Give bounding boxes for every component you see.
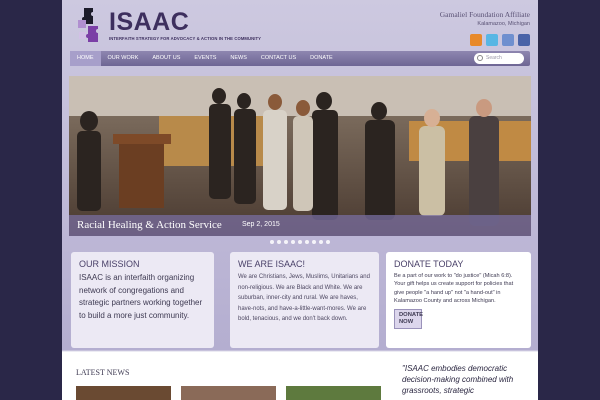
location-text: Kalamazoo, Michigan bbox=[477, 21, 530, 27]
search-placeholder: Search bbox=[486, 55, 502, 61]
news-thumbnail[interactable] bbox=[181, 386, 276, 400]
slide-date: Sep 2, 2015 bbox=[242, 221, 280, 228]
slider-dots bbox=[62, 240, 538, 244]
search-input[interactable]: Search bbox=[474, 53, 524, 64]
puzzle-logo-icon[interactable] bbox=[76, 6, 104, 46]
slider-dot[interactable] bbox=[305, 240, 309, 244]
we-are-title: WE ARE ISAAC! bbox=[238, 259, 306, 269]
slider-dot[interactable] bbox=[319, 240, 323, 244]
donate-now-button[interactable]: DONATE NOW bbox=[394, 309, 423, 330]
donate-panel: DONATE TODAY Be a part of our work to "d… bbox=[386, 252, 531, 348]
latest-news-heading: LATEST NEWS bbox=[76, 368, 130, 377]
nav-about-us[interactable]: ABOUT US bbox=[145, 51, 187, 66]
flickr-icon[interactable] bbox=[502, 34, 514, 46]
slider-dot[interactable] bbox=[291, 240, 295, 244]
nav-our-work[interactable]: OUR WORK bbox=[101, 51, 146, 66]
slider-dot[interactable] bbox=[277, 240, 281, 244]
logo-text[interactable]: ISAAC bbox=[109, 8, 189, 37]
slider-dot[interactable] bbox=[298, 240, 302, 244]
hero-photo bbox=[69, 76, 531, 236]
slider-dot[interactable] bbox=[284, 240, 288, 244]
nav-contact-us[interactable]: CONTACT US bbox=[254, 51, 303, 66]
search-icon bbox=[477, 55, 483, 61]
slider-dot[interactable] bbox=[326, 240, 330, 244]
we-are-text: We are Christians, Jews, Muslims, Unitar… bbox=[238, 274, 370, 322]
affiliate-text: Gamaliel Foundation Affiliate bbox=[439, 10, 530, 19]
slide-title[interactable]: Racial Healing & Action Service bbox=[77, 219, 222, 231]
mission-title: OUR MISSION bbox=[79, 259, 140, 269]
rss-icon[interactable] bbox=[470, 34, 482, 46]
mission-panel: OUR MISSION ISAAC is an interfaith organ… bbox=[71, 252, 214, 348]
slider-dot[interactable] bbox=[312, 240, 316, 244]
hero-slider[interactable]: Racial Healing & Action Service Sep 2, 2… bbox=[69, 76, 531, 236]
main-nav: HOME OUR WORK ABOUT US EVENTS NEWS CONTA… bbox=[70, 51, 530, 66]
we-are-panel: WE ARE ISAAC! We are Christians, Jews, M… bbox=[230, 252, 379, 348]
logo-tagline: INTERFAITH STRATEGY FOR ADVOCACY & ACTIO… bbox=[109, 36, 262, 41]
nav-home[interactable]: HOME bbox=[70, 51, 101, 66]
nav-donate[interactable]: DONATE bbox=[303, 51, 340, 66]
social-links bbox=[470, 34, 530, 46]
twitter-icon[interactable] bbox=[486, 34, 498, 46]
facebook-icon[interactable] bbox=[518, 34, 530, 46]
slider-dot[interactable] bbox=[270, 240, 274, 244]
page: ISAAC INTERFAITH STRATEGY FOR ADVOCACY &… bbox=[62, 0, 538, 400]
donate-title: DONATE TODAY bbox=[394, 259, 464, 269]
nav-news[interactable]: NEWS bbox=[223, 51, 254, 66]
site-header: ISAAC INTERFAITH STRATEGY FOR ADVOCACY &… bbox=[62, 0, 538, 50]
news-thumbnail[interactable] bbox=[286, 386, 381, 400]
testimonial-quote: "ISAAC embodies democratic decision-maki… bbox=[402, 364, 514, 395]
nav-events[interactable]: EVENTS bbox=[187, 51, 223, 66]
mission-text: ISAAC is an interfaith organizing networ… bbox=[79, 273, 203, 320]
slide-caption[interactable]: Racial Healing & Action Service Sep 2, 2… bbox=[69, 215, 531, 236]
news-thumbnail[interactable] bbox=[76, 386, 171, 400]
donate-text: Be a part of our work to "do justice" (M… bbox=[394, 273, 514, 304]
